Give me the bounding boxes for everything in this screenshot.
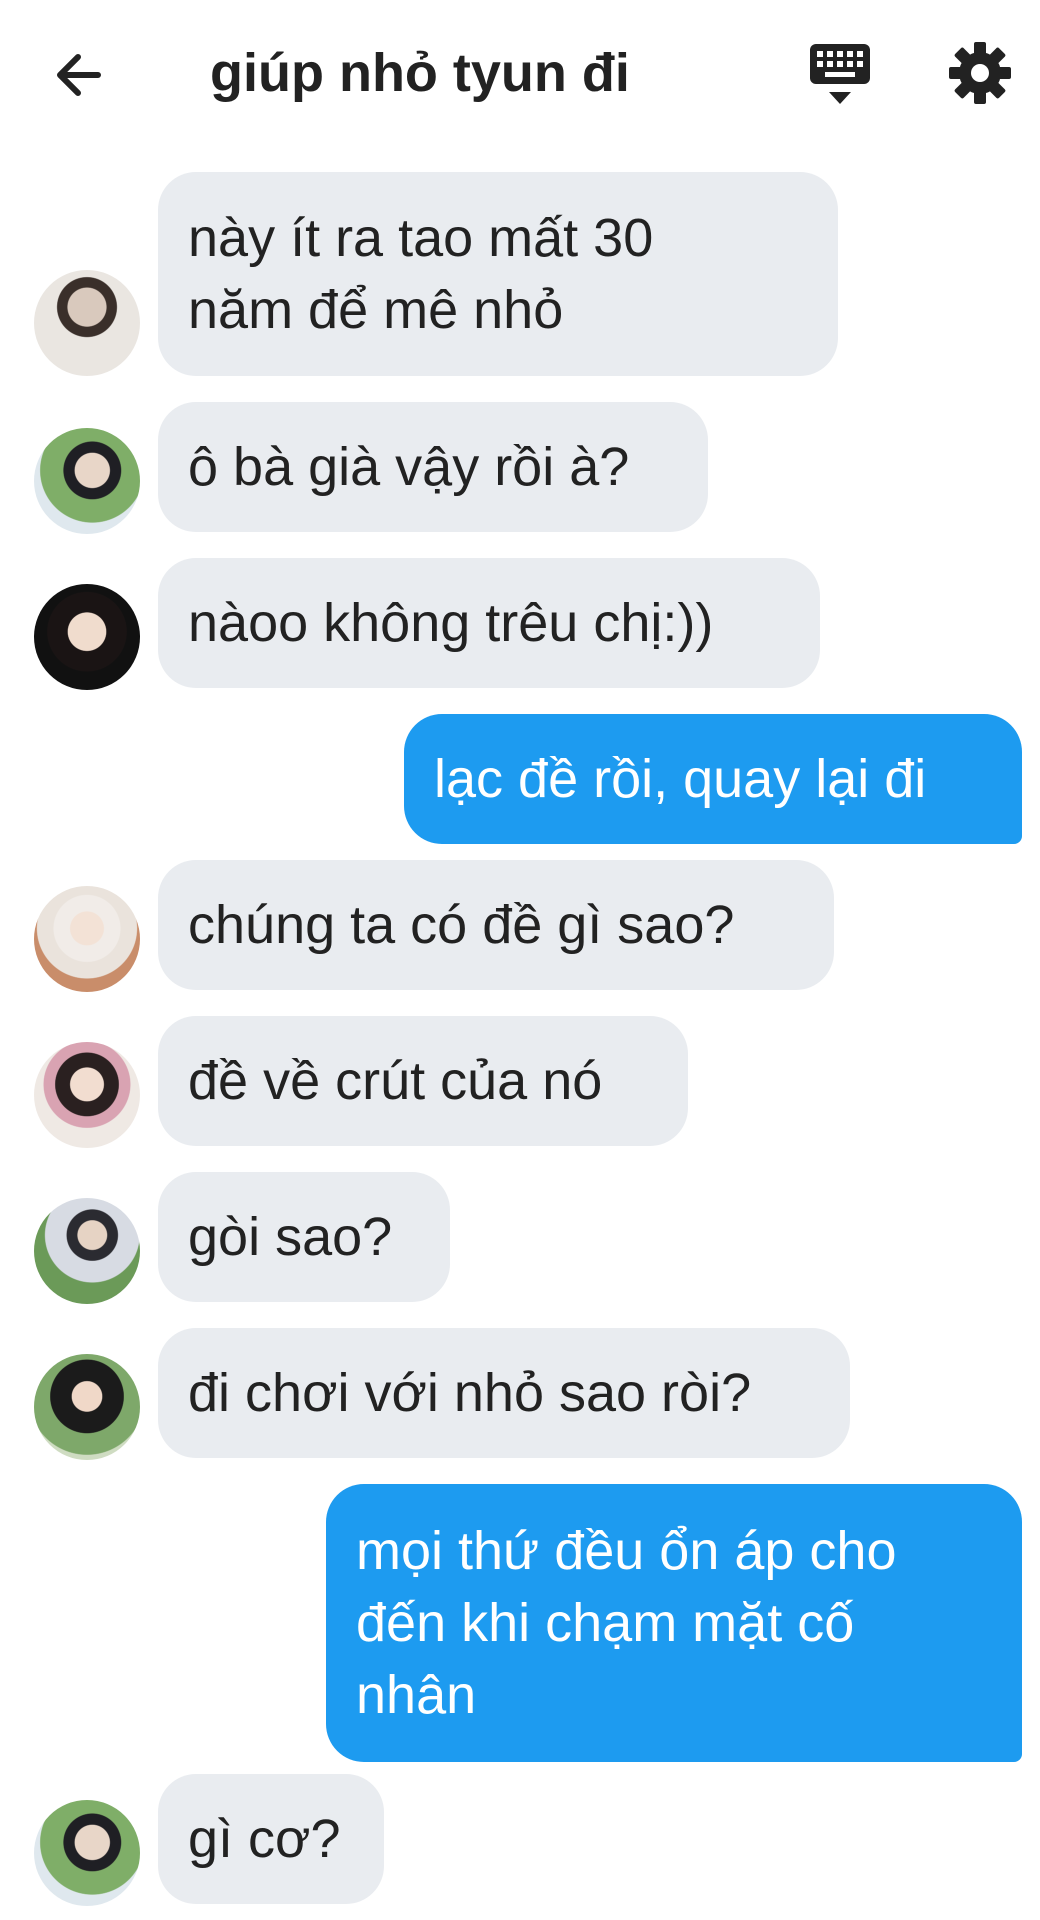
message-text: này ít ra tao mất 30 năm để mê nhỏ [188, 208, 654, 340]
avatar[interactable] [34, 270, 140, 376]
message-bubble-incoming[interactable]: nàoo không trêu chị:)) [158, 558, 820, 688]
message-bubble-incoming[interactable]: này ít ra tao mất 30 năm để mê nhỏ [158, 172, 838, 376]
message-bubble-incoming[interactable]: ô bà già vậy rồi à? [158, 402, 708, 532]
chat-title: giúp nhỏ tyun đi [210, 43, 630, 103]
message-text: mọi thứ đều ổn áp cho đến khi chạm mặt c… [356, 1521, 897, 1725]
message-text: gì cơ? [188, 1809, 341, 1869]
keyboard-button[interactable] [805, 40, 875, 110]
message-bubble-incoming[interactable]: đi chơi với nhỏ sao ròi? [158, 1328, 850, 1458]
settings-button[interactable] [945, 38, 1015, 108]
message-text: lạc đề rồi, quay lại đi [434, 749, 927, 809]
avatar[interactable] [34, 1198, 140, 1304]
message-text: gòi sao? [188, 1207, 393, 1267]
message-bubble-incoming[interactable]: gòi sao? [158, 1172, 450, 1302]
message-bubble-incoming[interactable]: đề về crút của nó [158, 1016, 688, 1146]
message-bubble-outgoing[interactable]: mọi thứ đều ổn áp cho đến khi chạm mặt c… [326, 1484, 1022, 1762]
message-bubble-incoming[interactable]: gì cơ? [158, 1774, 384, 1904]
message-text: nàoo không trêu chị:)) [188, 593, 714, 653]
gear-icon [949, 42, 1011, 104]
arrow-left-icon [57, 54, 101, 96]
message-bubble-incoming[interactable]: chúng ta có đề gì sao? [158, 860, 834, 990]
avatar[interactable] [34, 584, 140, 690]
avatar[interactable] [34, 1800, 140, 1906]
avatar[interactable] [34, 886, 140, 992]
avatar[interactable] [34, 1042, 140, 1148]
message-text: đề về crút của nó [188, 1051, 603, 1111]
avatar[interactable] [34, 1354, 140, 1460]
avatar[interactable] [34, 428, 140, 534]
chat-header: giúp nhỏ tyun đi [0, 0, 1040, 150]
message-bubble-outgoing[interactable]: lạc đề rồi, quay lại đi [404, 714, 1022, 844]
keyboard-icon [810, 44, 870, 104]
message-text: ô bà già vậy rồi à? [188, 437, 630, 497]
message-text: đi chơi với nhỏ sao ròi? [188, 1363, 752, 1423]
message-text: chúng ta có đề gì sao? [188, 895, 735, 955]
back-button[interactable] [50, 40, 120, 110]
